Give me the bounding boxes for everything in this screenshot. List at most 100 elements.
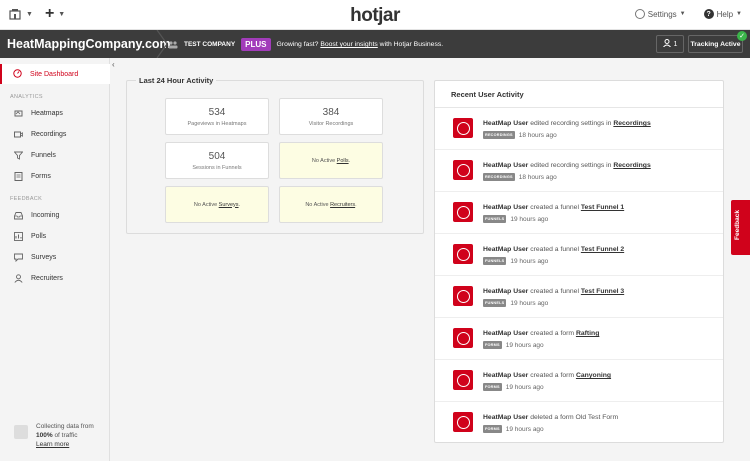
activity-row: HeatMap User created a funnel Test Funne… bbox=[435, 276, 723, 318]
activity-action: created a form bbox=[530, 330, 575, 337]
feedback-tab-label: Feedback bbox=[734, 210, 741, 240]
recruiters-link[interactable]: Recruiters bbox=[330, 202, 355, 208]
sidebar-item-surveys[interactable]: Surveys bbox=[14, 253, 56, 262]
activity-text: HeatMap User deleted a form Old Test For… bbox=[483, 414, 618, 421]
surveys-link[interactable]: Surveys bbox=[219, 202, 239, 208]
activity-tag: FUNNELS bbox=[483, 299, 507, 307]
upgrade-message: Growing fast? Boost your insights with H… bbox=[277, 41, 444, 48]
user-icon bbox=[14, 274, 23, 283]
activity-action: created a funnel bbox=[530, 246, 579, 253]
settings-menu[interactable]: Settings ▼ bbox=[634, 9, 686, 19]
sidebar-item-recordings[interactable]: Recordings bbox=[14, 130, 66, 139]
growing-text: Growing fast? bbox=[276, 41, 319, 48]
top-bar: ▼ + ▼ hotjar Settings ▼ ? Help ▼ bbox=[0, 0, 750, 30]
activity-target-link[interactable]: Recordings bbox=[613, 120, 650, 127]
activity-meta: RECORDINGS 18 hours ago bbox=[483, 173, 557, 181]
learn-more-link[interactable]: Learn more bbox=[36, 441, 69, 448]
avatar bbox=[453, 370, 473, 390]
plan-badge[interactable]: PLUS bbox=[241, 38, 271, 51]
boost-link[interactable]: Boost your insights bbox=[320, 41, 377, 48]
avatar bbox=[453, 118, 473, 138]
sidebar: Site Dashboard ANALYTICS Heatmaps Record… bbox=[0, 58, 110, 461]
sidebar-item-label: Surveys bbox=[31, 254, 57, 261]
surveys-card: No Active Surveys. bbox=[165, 186, 269, 223]
funnel-icon bbox=[14, 151, 23, 160]
funnels-value: 504 bbox=[208, 151, 226, 162]
dashboard-icon bbox=[13, 68, 22, 80]
tracking-status-button[interactable]: Tracking Active bbox=[688, 35, 743, 53]
form-icon bbox=[14, 172, 23, 181]
polls-link[interactable]: Polls bbox=[337, 158, 349, 164]
sidebar-item-recruiters[interactable]: Recruiters bbox=[14, 274, 63, 283]
activity-text: HeatMap User edited recording settings i… bbox=[483, 162, 651, 169]
recent-activity-panel: Recent User Activity HeatMap User edited… bbox=[434, 80, 724, 443]
sidebar-item-label: Recruiters bbox=[31, 275, 63, 282]
chat-icon bbox=[14, 253, 23, 262]
gear-icon bbox=[634, 9, 645, 19]
team-section: TEST COMPANY PLUS Growing fast? Boost yo… bbox=[168, 38, 443, 51]
recordings-card[interactable]: 384 Visitor Recordings bbox=[279, 98, 383, 135]
sidebar-item-funnels[interactable]: Funnels bbox=[14, 151, 56, 160]
feedback-tab[interactable]: Feedback bbox=[731, 200, 750, 255]
activity-text: HeatMap User created a funnel Test Funne… bbox=[483, 246, 624, 253]
traffic-collection-info: Collecting data from 100% of traffic Lea… bbox=[14, 422, 94, 449]
inbox-icon bbox=[14, 211, 23, 220]
activity-target-link[interactable]: Test Funnel 3 bbox=[581, 288, 624, 295]
help-menu[interactable]: ? Help ▼ bbox=[703, 9, 742, 19]
activity-target-link[interactable]: Recordings bbox=[613, 162, 650, 169]
traffic-bars-icon bbox=[14, 425, 28, 439]
user-icon bbox=[662, 39, 671, 49]
activity-row: HeatMap User edited recording settings i… bbox=[435, 150, 723, 192]
activity-row: HeatMap User created a form Rafting FORM… bbox=[435, 318, 723, 360]
sidebar-item-polls[interactable]: Polls bbox=[14, 232, 46, 241]
polls-card: No Active Polls. bbox=[279, 142, 383, 179]
activity-time: 19 hours ago bbox=[505, 341, 544, 349]
heatmap-icon bbox=[14, 109, 23, 118]
breadcrumb-separator-icon bbox=[156, 30, 168, 58]
pageviews-value: 534 bbox=[208, 107, 226, 118]
activity-target-link[interactable]: Test Funnel 1 bbox=[581, 204, 624, 211]
user-icon bbox=[456, 373, 470, 387]
funnels-card[interactable]: 504 Sessions in Funnels bbox=[165, 142, 269, 179]
activity-meta: FORMS 19 hours ago bbox=[483, 341, 544, 349]
recordings-value: 384 bbox=[322, 107, 340, 118]
pageviews-card[interactable]: 534 Pageviews in Heatmaps bbox=[165, 98, 269, 135]
activity-row: HeatMap User deleted a form Old Test For… bbox=[435, 402, 723, 442]
sidebar-item-forms[interactable]: Forms bbox=[14, 172, 51, 181]
avatar bbox=[453, 160, 473, 180]
sidebar-item-incoming[interactable]: Incoming bbox=[14, 211, 59, 220]
user-icon bbox=[456, 163, 470, 177]
help-icon: ? bbox=[703, 9, 714, 19]
activity-target-link[interactable]: Canyoning bbox=[576, 372, 611, 379]
sidebar-item-site-dashboard[interactable]: Site Dashboard bbox=[0, 64, 110, 84]
settings-label: Settings bbox=[647, 9, 677, 19]
notifications-count: 1 bbox=[673, 40, 678, 48]
activity-target-link[interactable]: Test Funnel 2 bbox=[581, 246, 624, 253]
activity-user: HeatMap User bbox=[483, 288, 529, 295]
activity-tag: FUNNELS bbox=[483, 257, 507, 265]
activity-text: HeatMap User created a funnel Test Funne… bbox=[483, 288, 624, 295]
avatar bbox=[453, 286, 473, 306]
activity-row: HeatMap User created a funnel Test Funne… bbox=[435, 234, 723, 276]
sidebar-item-label: Forms bbox=[31, 173, 51, 180]
notifications-button[interactable]: 1 bbox=[656, 35, 684, 53]
activity-meta: FUNNELS 19 hours ago bbox=[483, 299, 548, 307]
activity-text: HeatMap User created a form Canyoning bbox=[483, 372, 611, 379]
sidebar-item-label: Polls bbox=[31, 233, 47, 240]
collecting-text: Collecting data from bbox=[36, 423, 94, 430]
activity-action: edited recording settings in bbox=[530, 120, 612, 127]
activity-user: HeatMap User bbox=[483, 330, 529, 337]
pageviews-label: Pageviews in Heatmaps bbox=[187, 121, 247, 127]
site-name[interactable]: HeatMappingCompany.com bbox=[7, 37, 171, 51]
collapse-sidebar-icon[interactable]: ‹ bbox=[112, 60, 115, 69]
sidebar-item-heatmaps[interactable]: Heatmaps bbox=[14, 109, 63, 118]
collecting-suffix: of traffic bbox=[54, 432, 78, 439]
recruiters-prefix: No Active bbox=[305, 201, 329, 208]
activity-user: HeatMap User bbox=[483, 246, 529, 253]
activity-target-link[interactable]: Rafting bbox=[576, 330, 599, 337]
activity-row: HeatMap User created a form Canyoning FO… bbox=[435, 360, 723, 402]
activity-title: Last 24 Hour Activity bbox=[136, 76, 217, 85]
team-name[interactable]: TEST COMPANY bbox=[184, 41, 235, 48]
sidebar-item-label: Funnels bbox=[31, 152, 56, 159]
sidebar-item-label: Incoming bbox=[31, 212, 60, 219]
